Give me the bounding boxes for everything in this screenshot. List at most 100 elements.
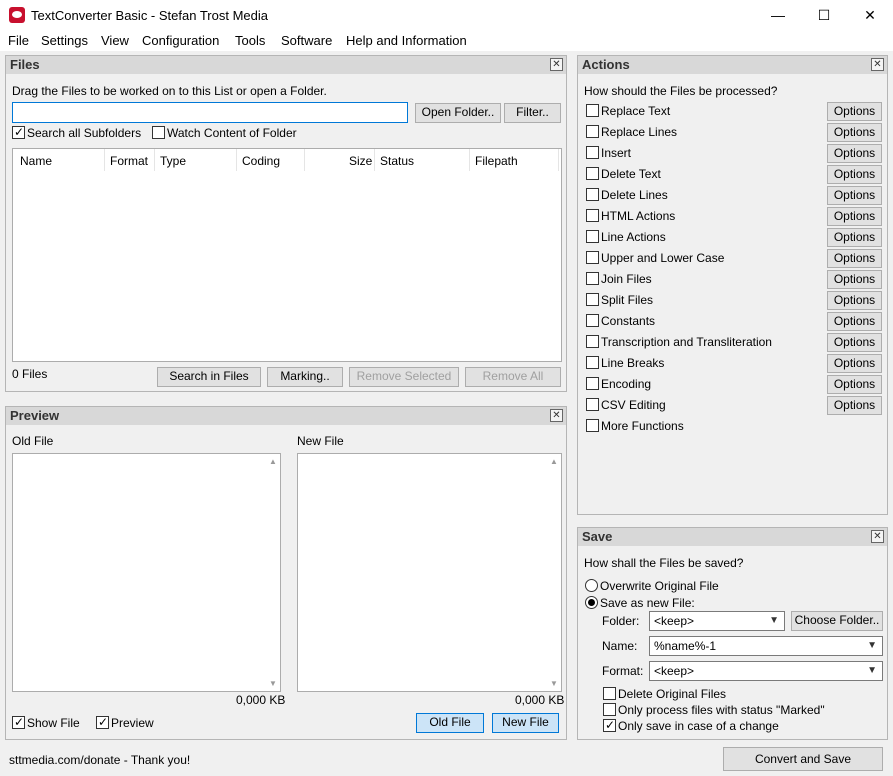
convert-and-save-button[interactable]: Convert and Save: [723, 747, 883, 771]
action-more-functions-checkbox[interactable]: [586, 419, 599, 432]
donate-text[interactable]: sttmedia.com/donate - Thank you!: [9, 753, 190, 767]
overwrite-radio[interactable]: [585, 579, 598, 592]
name-combobox[interactable]: %name%-1 ▼: [649, 636, 883, 656]
column-filepath[interactable]: Filepath: [475, 154, 518, 168]
show-file-checkbox[interactable]: [12, 715, 25, 729]
action-upper-and-lower-case-checkbox[interactable]: [586, 251, 599, 264]
files-panel-close-icon[interactable]: ✕: [550, 58, 563, 71]
search-subfolders-checkbox[interactable]: [12, 125, 25, 139]
new-file-preview[interactable]: ▲ ▼: [297, 453, 562, 692]
action-split-files-checkbox[interactable]: [586, 293, 599, 306]
search-in-files-button[interactable]: Search in Files: [157, 367, 261, 387]
preview-panel-close-icon[interactable]: ✕: [550, 409, 563, 422]
app-logo-icon: [9, 7, 25, 23]
action-join-files-label: Join Files: [601, 272, 652, 286]
action-replace-lines-options-button[interactable]: Options: [827, 123, 882, 142]
close-button[interactable]: ✕: [847, 0, 893, 31]
column-separator: [558, 149, 559, 171]
action-join-files-checkbox[interactable]: [586, 272, 599, 285]
action-delete-text-checkbox[interactable]: [586, 167, 599, 180]
action-delete-text-options-button[interactable]: Options: [827, 165, 882, 184]
menu-tools[interactable]: Tools: [235, 33, 265, 48]
actions-question: How should the Files be processed?: [584, 84, 778, 98]
actions-panel-close-icon[interactable]: ✕: [871, 58, 884, 71]
file-list[interactable]: Name Format Type Coding Size Status File…: [12, 148, 562, 362]
save-panel: Save ✕ How shall the Files be saved? Ove…: [577, 527, 888, 740]
column-type[interactable]: Type: [160, 154, 186, 168]
save-as-new-radio[interactable]: [585, 596, 598, 609]
action-html-actions-options-button[interactable]: Options: [827, 207, 882, 226]
action-replace-text-options-button[interactable]: Options: [827, 102, 882, 121]
action-encoding-checkbox[interactable]: [586, 377, 599, 390]
action-more-functions-label: More Functions: [601, 419, 684, 433]
action-line-breaks-options-button[interactable]: Options: [827, 354, 882, 373]
action-delete-text-label: Delete Text: [601, 167, 661, 181]
action-delete-lines-options-button[interactable]: Options: [827, 186, 882, 205]
action-csv-editing-options-button[interactable]: Options: [827, 396, 882, 415]
action-csv-editing-checkbox[interactable]: [586, 398, 599, 411]
preview-checkbox[interactable]: [96, 715, 109, 729]
old-file-button[interactable]: Old File: [416, 713, 484, 733]
menu-configuration[interactable]: Configuration: [142, 33, 219, 48]
action-transcription-and-transliteration-options-button[interactable]: Options: [827, 333, 882, 352]
action-constants-label: Constants: [601, 314, 656, 328]
column-name[interactable]: Name: [20, 154, 52, 168]
only-change-checkbox[interactable]: [603, 718, 616, 732]
old-file-preview[interactable]: ▲ ▼: [12, 453, 281, 692]
delete-original-checkbox[interactable]: [603, 687, 616, 700]
scroll-down-icon[interactable]: ▼: [267, 679, 279, 688]
action-html-actions-checkbox[interactable]: [586, 209, 599, 222]
column-status[interactable]: Status: [380, 154, 414, 168]
column-separator: [374, 149, 375, 171]
column-coding[interactable]: Coding: [242, 154, 280, 168]
action-upper-and-lower-case-options-button[interactable]: Options: [827, 249, 882, 268]
action-join-files-options-button[interactable]: Options: [827, 270, 882, 289]
action-split-files-options-button[interactable]: Options: [827, 291, 882, 310]
action-transcription-and-transliteration-checkbox[interactable]: [586, 335, 599, 348]
marking-button[interactable]: Marking..: [267, 367, 343, 387]
menu-file[interactable]: File: [8, 33, 29, 48]
column-format[interactable]: Format: [110, 154, 148, 168]
menu-view[interactable]: View: [101, 33, 129, 48]
format-select-value: <keep>: [654, 664, 695, 678]
scroll-up-icon[interactable]: ▲: [267, 457, 279, 466]
action-replace-lines-checkbox[interactable]: [586, 125, 599, 138]
name-label: Name:: [602, 639, 638, 653]
save-panel-close-icon[interactable]: ✕: [871, 530, 884, 543]
choose-folder-button[interactable]: Choose Folder..: [791, 611, 883, 631]
files-panel-title: Files: [10, 57, 40, 72]
new-file-button[interactable]: New File: [492, 713, 559, 733]
action-insert-options-button[interactable]: Options: [827, 144, 882, 163]
action-line-breaks-checkbox[interactable]: [586, 356, 599, 369]
action-constants-checkbox[interactable]: [586, 314, 599, 327]
action-line-actions-label: Line Actions: [601, 230, 666, 244]
column-size[interactable]: Size: [349, 154, 372, 168]
format-select[interactable]: <keep> ▼: [649, 661, 883, 681]
action-insert-checkbox[interactable]: [586, 146, 599, 159]
preview-panel-header: Preview ✕: [6, 407, 566, 425]
maximize-button[interactable]: ☐: [801, 0, 847, 31]
menu-settings[interactable]: Settings: [41, 33, 88, 48]
action-line-actions-options-button[interactable]: Options: [827, 228, 882, 247]
action-encoding-options-button[interactable]: Options: [827, 375, 882, 394]
minimize-button[interactable]: —: [755, 0, 801, 31]
action-replace-text-checkbox[interactable]: [586, 104, 599, 117]
remove-all-button[interactable]: Remove All: [465, 367, 561, 387]
action-upper-and-lower-case-label: Upper and Lower Case: [601, 251, 725, 265]
search-subfolders-label: Search all Subfolders: [27, 126, 142, 140]
action-line-actions-checkbox[interactable]: [586, 230, 599, 243]
scroll-up-icon[interactable]: ▲: [548, 457, 560, 466]
action-delete-lines-checkbox[interactable]: [586, 188, 599, 201]
menu-help[interactable]: Help and Information: [346, 33, 467, 48]
filter-button[interactable]: Filter..: [504, 103, 561, 123]
folder-path-input[interactable]: [12, 102, 408, 123]
watch-folder-checkbox[interactable]: [152, 126, 165, 139]
action-insert-label: Insert: [601, 146, 632, 160]
open-folder-button[interactable]: Open Folder..: [415, 103, 501, 123]
scroll-down-icon[interactable]: ▼: [548, 679, 560, 688]
folder-select[interactable]: <keep> ▼: [649, 611, 785, 631]
action-constants-options-button[interactable]: Options: [827, 312, 882, 331]
only-marked-checkbox[interactable]: [603, 703, 616, 716]
menu-software[interactable]: Software: [281, 33, 332, 48]
remove-selected-button[interactable]: Remove Selected: [349, 367, 459, 387]
